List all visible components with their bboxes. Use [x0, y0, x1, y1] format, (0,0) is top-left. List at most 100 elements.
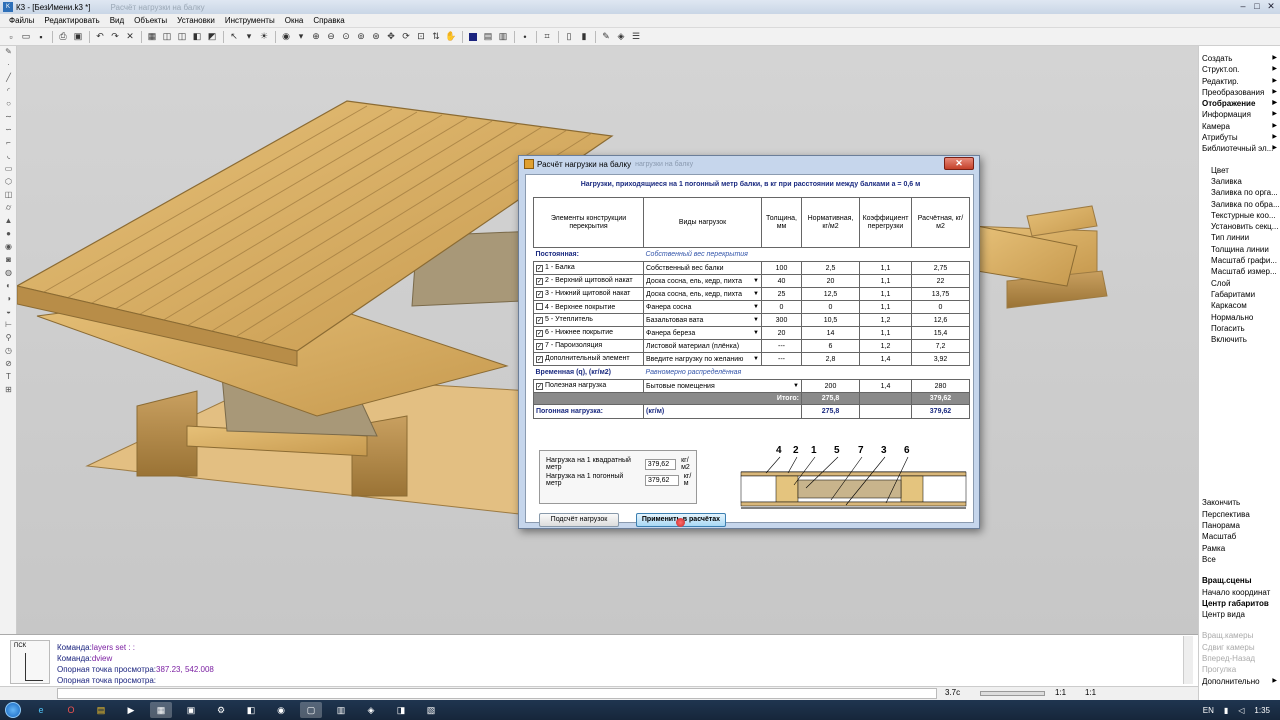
chevron-down-icon[interactable]: ▾	[242, 30, 256, 44]
thickness-cell[interactable]: 0	[761, 300, 802, 314]
panel-item-section[interactable]: Установить секц...	[1199, 221, 1280, 232]
chevron-down-icon[interactable]: ▼	[753, 356, 759, 362]
hand-icon[interactable]: ✋	[444, 30, 458, 44]
curve-icon[interactable]: ∼	[0, 111, 17, 123]
sweep-icon[interactable]: ◐	[0, 280, 17, 292]
close-icon[interactable]: ✕	[944, 157, 974, 170]
panel-item-bounds-center[interactable]: Центр габаритов	[1199, 598, 1280, 609]
menu-help[interactable]: Справка	[308, 16, 349, 25]
panel-item-origin[interactable]: Начало координат	[1199, 587, 1280, 598]
count-loads-button[interactable]: Подсчёт нагрузок	[539, 513, 619, 527]
checkbox[interactable]: ✓	[536, 356, 543, 363]
panel-item-normal[interactable]: Нормально	[1199, 312, 1280, 323]
thickness-cell[interactable]: 20	[761, 326, 802, 340]
panel-item-camera[interactable]: Камера ▶	[1199, 121, 1280, 132]
normative-cell[interactable]: 200	[801, 379, 860, 393]
load-type-dropdown[interactable]: Фанера сосна ▼	[643, 300, 762, 314]
panel-item-display[interactable]: Отображение ▶	[1199, 98, 1280, 109]
dialog-titlebar[interactable]: Расчёт нагрузки на балку нагрузки на бал…	[519, 156, 979, 172]
new-file-icon[interactable]: ▫	[4, 30, 18, 44]
pan-icon[interactable]: ✥	[384, 30, 398, 44]
spline-icon[interactable]: ∽	[0, 124, 17, 136]
texture-icon[interactable]: ▥	[496, 30, 510, 44]
chevron-down-icon[interactable]: ▼	[753, 304, 759, 310]
panel-item-fill-img[interactable]: Заливка по обра...	[1199, 199, 1280, 210]
rectangle-icon[interactable]: ▭	[0, 163, 17, 175]
color-swatch-icon[interactable]	[466, 30, 480, 44]
checkbox[interactable]: ✓	[536, 330, 543, 337]
panel-item-library[interactable]: Библиотечный эл... ▶	[1199, 143, 1280, 154]
pen-icon[interactable]: ✎	[0, 46, 17, 58]
panel-item-more[interactable]: Дополнительно ▶	[1199, 676, 1280, 687]
zoom-slider[interactable]	[980, 691, 1045, 696]
element-cell[interactable]: ✓ Дополнительный элемент	[533, 352, 644, 366]
panel-item-transform[interactable]: Преобразования ▶	[1199, 87, 1280, 98]
point-icon[interactable]: •	[518, 30, 532, 44]
open-file-icon[interactable]: ▭	[19, 30, 33, 44]
panel-item-layer[interactable]: Слой	[1199, 278, 1280, 289]
torus-icon[interactable]: ◉	[0, 241, 17, 253]
properties-icon[interactable]: ▮	[577, 30, 591, 44]
menu-edit[interactable]: Редактировать	[39, 16, 104, 25]
polyline-icon[interactable]: ⌐	[0, 137, 17, 149]
element-cell[interactable]: 4 - Верхнее покрытие	[533, 300, 644, 314]
panel-item-color[interactable]: Цвет	[1199, 165, 1280, 176]
no-entry-icon[interactable]: ⊘	[0, 358, 17, 370]
zoom-in-icon[interactable]: ⊕	[309, 30, 323, 44]
panel-item-create[interactable]: Создать ▶	[1199, 53, 1280, 64]
panel-item-show[interactable]: Включить	[1199, 334, 1280, 345]
app-icon[interactable]: ◧	[240, 702, 262, 718]
list-icon[interactable]: ☰	[629, 30, 643, 44]
chevron-down-icon[interactable]: ▼	[753, 317, 759, 323]
start-button[interactable]	[0, 700, 26, 720]
normative-cell[interactable]: 2,8	[801, 352, 860, 366]
panel-item-measure-scale[interactable]: Масштаб измер...	[1199, 266, 1280, 277]
dimension-icon[interactable]: ⊢	[0, 319, 17, 331]
panel-item-linewidth[interactable]: Толщина линии	[1199, 244, 1280, 255]
save-icon[interactable]: ▪	[34, 30, 48, 44]
checkbox[interactable]: ✓	[536, 291, 543, 298]
extrude-icon[interactable]: ◙	[0, 254, 17, 266]
walk-icon[interactable]: ⇅	[429, 30, 443, 44]
load-type-dropdown[interactable]: Введите нагрузку по желанию ▼	[643, 352, 762, 366]
light-icon[interactable]: ☀	[257, 30, 271, 44]
sphere-icon[interactable]: ●	[0, 228, 17, 240]
checkbox[interactable]: ✓	[536, 265, 543, 272]
redo-icon[interactable]: ↷	[108, 30, 122, 44]
circle-icon[interactable]: ○	[0, 98, 17, 110]
panel-item-perspective[interactable]: Перспектива	[1199, 509, 1280, 520]
panel-item-edit[interactable]: Редактир. ▶	[1199, 76, 1280, 87]
menu-settings[interactable]: Установки	[172, 16, 220, 25]
panel-item-rotate-scene[interactable]: Вращ.сцены	[1199, 575, 1280, 586]
print-icon[interactable]: ⎙	[56, 30, 70, 44]
panel-item-wireframe[interactable]: Каркасом	[1199, 300, 1280, 311]
media-icon[interactable]: ▶	[120, 702, 142, 718]
load-type-dropdown[interactable]: Фанера береза ▼	[643, 326, 762, 340]
recorder-icon[interactable]: ◈	[360, 702, 382, 718]
app-icon[interactable]: ▢	[300, 702, 322, 718]
paint-icon[interactable]: ✎	[599, 30, 613, 44]
panel-item-panorama[interactable]: Панорама	[1199, 520, 1280, 531]
menu-tools[interactable]: Инструменты	[220, 16, 280, 25]
panel-item-bounds[interactable]: Габаритами	[1199, 289, 1280, 300]
volume-icon[interactable]: ◁	[1238, 706, 1244, 715]
settings-icon[interactable]: ⚙	[210, 702, 232, 718]
checkbox[interactable]: ✓	[536, 278, 543, 285]
panel-item-fill-org[interactable]: Заливка по орга...	[1199, 187, 1280, 198]
app-icon[interactable]: ◨	[390, 702, 412, 718]
panel-item-struct[interactable]: Структ.оп. ▶	[1199, 64, 1280, 75]
delete-icon[interactable]: ✕	[123, 30, 137, 44]
thickness-cell[interactable]: 100	[761, 261, 802, 275]
panel-item-hide[interactable]: Погасить	[1199, 323, 1280, 334]
load-type-dropdown[interactable]: Бытовые помещения ▼	[643, 379, 802, 393]
load-type-dropdown[interactable]: Доска сосна, ель, кедр, пихта ▼	[643, 274, 762, 288]
panel-item-fill[interactable]: Заливка	[1199, 176, 1280, 187]
panel-item-attributes[interactable]: Атрибуты ▶	[1199, 132, 1280, 143]
box-icon[interactable]: ◫	[0, 189, 17, 201]
menu-windows[interactable]: Окна	[280, 16, 309, 25]
revolve-icon[interactable]: ◍	[0, 267, 17, 279]
arc-icon[interactable]: ◜	[0, 85, 17, 97]
element-cell[interactable]: ✓ 3 - Нижний щитовой накат	[533, 287, 644, 301]
chevron-down-icon[interactable]: ▼	[793, 383, 799, 389]
panel-item-zoom[interactable]: Масштаб	[1199, 531, 1280, 542]
